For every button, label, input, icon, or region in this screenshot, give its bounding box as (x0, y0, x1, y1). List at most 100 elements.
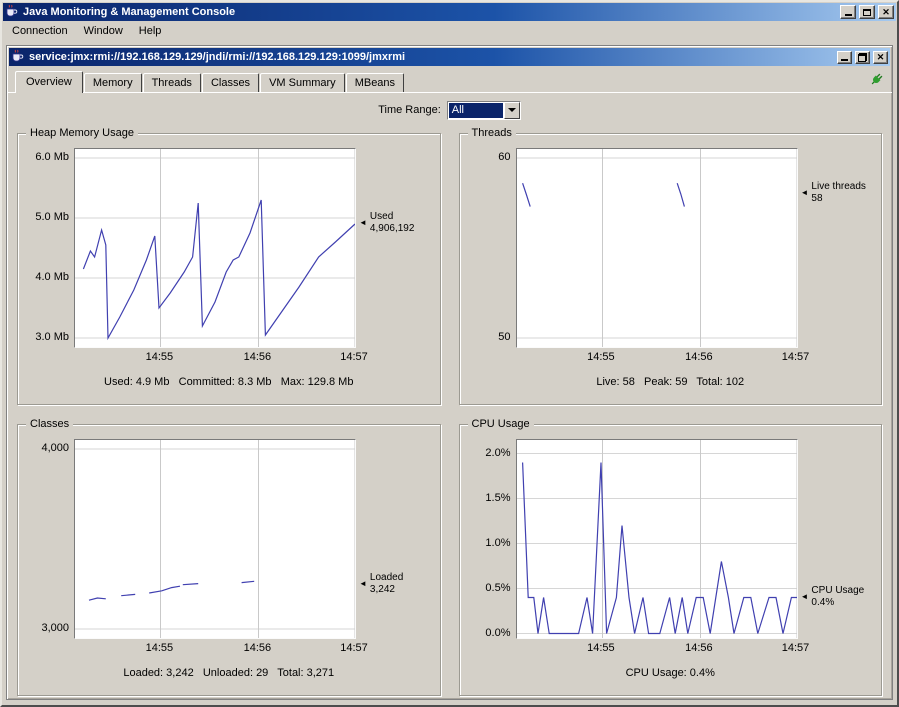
classes-chart-plot (74, 439, 356, 639)
panel-title: Heap Memory Usage (26, 127, 138, 139)
jconsole-window: Java Monitoring & Management Console ✕ C… (0, 0, 899, 707)
heap-x-axis: 14:5514:5614:57 (74, 348, 356, 364)
cpu-usage-panel: CPU Usage 2.0%1.5%1.0%0.5%0.0% 14:5514:5… (459, 424, 883, 696)
panel-title: CPU Usage (468, 418, 534, 430)
x-tick-label: 14:56 (244, 351, 272, 363)
tab-bar: Overview Memory Threads Classes VM Summa… (7, 66, 892, 92)
java-cup-icon (5, 4, 18, 20)
y-tick-label: 3,000 (41, 622, 69, 634)
threads-x-axis: 14:5514:5614:57 (516, 348, 798, 364)
y-tick-label: 6.0 Mb (35, 151, 69, 163)
combo-dropdown-button[interactable] (504, 102, 520, 119)
connection-status-icon (869, 72, 884, 90)
close-icon: ✕ (877, 53, 885, 62)
frame-titlebar[interactable]: service:jmx:rmi://192.168.129.129/jndi/r… (9, 48, 890, 66)
x-tick-label: 14:57 (340, 351, 368, 363)
connection-frame: service:jmx:rmi://192.168.129.129/jndi/r… (6, 45, 893, 700)
threads-y-axis: 60 50 (464, 148, 516, 346)
x-tick-label: 14:57 (782, 642, 810, 654)
menubar: Connection Window Help (2, 21, 897, 41)
main-titlebar[interactable]: Java Monitoring & Management Console ✕ (3, 3, 896, 21)
threads-panel: Threads 6050 14:5514:5614:57 ◄Live threa… (459, 133, 883, 405)
time-range-label: Time Range: (378, 104, 441, 116)
heap-chart-plot (74, 148, 356, 348)
x-tick-label: 14:55 (146, 642, 174, 654)
frame-restore-button[interactable] (855, 51, 870, 64)
connection-title: service:jmx:rmi://192.168.129.129/jndi/r… (27, 51, 834, 63)
heap-annotation: ◄Used4,906,192 (356, 148, 436, 346)
classes-annotation: ◄Loaded3,242 (356, 439, 436, 637)
java-cup-icon (11, 49, 24, 65)
annotation-label: Loaded3,242 (370, 572, 403, 596)
threads-annotation: ◄Live threads58 (798, 148, 878, 346)
annotation-arrow-icon: ◄ (359, 580, 367, 588)
y-tick-label: 4.0 Mb (35, 271, 69, 283)
x-tick-label: 14:57 (340, 642, 368, 654)
cpu-summary-text: CPU Usage: 0.4% (464, 667, 878, 679)
heap-summary-text: Used: 4.9 Mb Committed: 8.3 Mb Max: 129.… (22, 376, 436, 388)
time-range-row: Time Range: All (7, 93, 892, 123)
y-tick-label: 3.0 Mb (35, 331, 69, 343)
annotation-label: Live threads58 (811, 181, 865, 205)
x-tick-label: 14:56 (685, 351, 713, 363)
minimize-button[interactable] (840, 5, 856, 19)
y-tick-label: 1.0% (485, 537, 510, 549)
y-tick-label: 0.5% (485, 582, 510, 594)
classes-y-axis: 4,0003,000 (22, 439, 74, 637)
y-tick-label: 1.5% (485, 492, 510, 504)
tab-overview[interactable]: Overview (15, 71, 83, 93)
minimize-icon (845, 14, 852, 16)
maximize-button[interactable] (859, 5, 875, 19)
annotation-label: CPU Usage0.4% (811, 585, 864, 609)
heap-memory-usage-panel: Heap Memory Usage 6.0 Mb5.0 Mb4.0 Mb3.0 … (17, 133, 441, 405)
tab-vm-summary[interactable]: VM Summary (260, 73, 345, 92)
close-button[interactable]: ✕ (878, 5, 894, 19)
threads-chart-plot (516, 148, 798, 348)
annotation-arrow-icon: ◄ (359, 219, 367, 227)
cpu-x-axis: 14:5514:5614:57 (516, 639, 798, 655)
tab-mbeans[interactable]: MBeans (346, 73, 404, 92)
menu-help[interactable]: Help (131, 22, 170, 40)
panel-title: Threads (468, 127, 516, 139)
cpu-annotation: ◄CPU Usage0.4% (798, 439, 878, 637)
frame-close-button[interactable]: ✕ (873, 51, 888, 64)
annotation-arrow-icon: ◄ (801, 593, 809, 601)
y-tick-label: 60 (498, 151, 510, 163)
close-icon: ✕ (882, 8, 890, 17)
menu-connection[interactable]: Connection (4, 22, 76, 40)
cpu-y-axis: 2.0% 1.5% 1.0% 0.5% 0.0% (464, 439, 516, 637)
heap-y-axis: 6.0 Mb 5.0 Mb 4.0 Mb 3.0 Mb (22, 148, 74, 346)
restore-icon (858, 53, 867, 62)
x-tick-label: 14:57 (782, 351, 810, 363)
charts-grid: Heap Memory Usage 6.0 Mb 5.0 Mb 4.0 Mb 3.0 … (7, 123, 892, 699)
annotation-arrow-icon: ◄ (801, 189, 809, 197)
y-tick-label: 0.0% (485, 627, 510, 639)
chevron-down-icon (508, 108, 516, 112)
time-range-select[interactable]: All (447, 101, 521, 120)
x-tick-label: 14:56 (244, 642, 272, 654)
time-range-value[interactable]: All (449, 103, 503, 118)
annotation-label: Used4,906,192 (370, 211, 415, 235)
y-tick-label: 5.0 Mb (35, 211, 69, 223)
x-tick-label: 14:55 (146, 351, 174, 363)
classes-x-axis: 14:5514:5614:57 (74, 639, 356, 655)
x-tick-label: 14:55 (587, 642, 615, 654)
panel-title: Classes (26, 418, 73, 430)
cpu-chart-plot (516, 439, 798, 639)
tab-classes[interactable]: Classes (202, 73, 259, 92)
classes-panel: Classes 4,0003,000 14:5514:5614:57 ◄Load… (17, 424, 441, 696)
minimize-icon (841, 59, 848, 61)
maximize-icon (863, 9, 871, 16)
frame-minimize-button[interactable] (837, 51, 852, 64)
classes-summary-text: Loaded: 3,242 Unloaded: 29 Total: 3,271 (22, 667, 436, 679)
window-title: Java Monitoring & Management Console (21, 6, 837, 18)
threads-summary-text: Live: 58 Peak: 59 Total: 102 (464, 376, 878, 388)
y-tick-label: 50 (498, 331, 510, 343)
tab-memory[interactable]: Memory (84, 73, 142, 92)
x-tick-label: 14:55 (587, 351, 615, 363)
overview-panel: Time Range: All Heap Memory Usage 6.0 Mb… (7, 92, 892, 699)
y-tick-label: 2.0% (485, 447, 510, 459)
menu-window[interactable]: Window (76, 22, 131, 40)
x-tick-label: 14:56 (685, 642, 713, 654)
tab-threads[interactable]: Threads (143, 73, 201, 92)
